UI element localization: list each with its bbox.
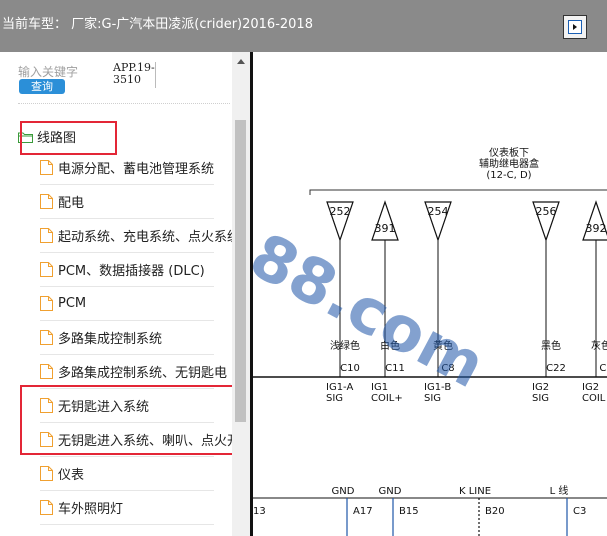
current-vehicle-label: 当前车型： 厂家:G-广汽本田凌派(crider)2016-2018: [2, 17, 313, 32]
tree-separator: [40, 524, 214, 525]
sidebar-scrollbar[interactable]: [232, 52, 250, 536]
wire-color-label: 灰色: [591, 339, 607, 352]
signal-label: IG2: [582, 382, 599, 393]
tree-item-label: 起动系统、充电系统、点火系统: [58, 229, 232, 245]
signal-label: COIL: [582, 393, 606, 404]
tree-item-label: PCM: [58, 295, 87, 311]
bottom-pin-label: B20: [485, 506, 505, 517]
tree-item-exterior-lights[interactable]: 车外照明灯: [40, 490, 232, 524]
relay-box-title-line3: (12-C, D): [486, 170, 531, 181]
document-icon: [40, 295, 53, 311]
bottom-signal-label: GND: [332, 486, 355, 497]
relay-box-bracket: [309, 189, 607, 195]
signal-label: IG1: [371, 382, 388, 393]
bottom-signal-label: L 线: [550, 484, 569, 497]
document-icon: [40, 227, 53, 243]
panel-toggle-button[interactable]: [563, 15, 587, 39]
query-button[interactable]: 查询: [19, 79, 65, 94]
bottom-pin-label: 13: [253, 506, 266, 517]
terminal-number: 252: [330, 205, 351, 218]
scroll-thumb[interactable]: [235, 120, 246, 422]
tree-item-label: 多路集成控制系统: [58, 331, 163, 347]
wire-color-label: 黑色: [541, 339, 561, 352]
bottom-pin-label: C3: [573, 506, 586, 517]
signal-label: COIL+: [371, 393, 403, 404]
terminal-number: 254: [428, 205, 449, 218]
tree-item-label: 配电: [58, 195, 85, 211]
highlight-box-root: [20, 121, 117, 155]
tree-item-label: 电源分配、蓄电池管理系统: [58, 161, 215, 177]
tree-item-power-distribution-battery[interactable]: 电源分配、蓄电池管理系统: [40, 150, 232, 184]
search-divider: [18, 103, 230, 104]
scroll-up-arrow-icon[interactable]: [232, 54, 250, 68]
document-icon: [40, 363, 53, 379]
tree-item-label: PCM、数据插接器 (DLC): [58, 263, 205, 279]
document-icon: [40, 329, 53, 345]
signal-label: IG1-A: [326, 382, 353, 393]
document-icon: [40, 159, 53, 175]
app-code-divider: [155, 62, 156, 88]
terminal-number: 391: [375, 222, 396, 235]
tree-item-pcm-dlc[interactable]: PCM、数据插接器 (DLC): [40, 252, 232, 286]
terminal-number: 392: [586, 222, 607, 235]
tree-item-label: 多路集成控制系统、无钥匙电: [58, 365, 228, 381]
tree-item-pcm[interactable]: PCM: [40, 286, 232, 320]
tree-item-gauges[interactable]: 仪表: [40, 456, 232, 490]
tree-item-label: 车外照明灯: [58, 501, 124, 517]
bottom-pin-label: A17: [353, 506, 373, 517]
document-icon: [40, 193, 53, 209]
document-icon: [40, 499, 53, 515]
app-code-line2: 3510: [113, 73, 141, 86]
bottom-signal-label: GND: [379, 486, 402, 497]
signal-label: SIG: [532, 393, 549, 404]
connector-label: C10: [340, 363, 360, 374]
tree-item-label: 仪表: [58, 467, 85, 483]
relay-box-title-line1: 仪表板下: [489, 146, 529, 159]
document-icon: [40, 465, 53, 481]
app-code: APP.19- 3510: [113, 62, 157, 86]
signal-label: SIG: [424, 393, 441, 404]
tree-item-starting-charging-ignition[interactable]: 起动系统、充电系统、点火系统: [40, 218, 232, 252]
tree-item-power-distribution[interactable]: 配电: [40, 184, 232, 218]
watermark-text: 88.com: [253, 219, 497, 403]
tree-item-multiplex-control[interactable]: 多路集成控制系统: [40, 320, 232, 354]
bottom-pin-label: B15: [399, 506, 419, 517]
bottom-signal-label: K LINE: [459, 486, 491, 497]
tree-item-multiplex-keyless[interactable]: 多路集成控制系统、无钥匙电: [40, 354, 232, 388]
signal-label: IG2: [532, 382, 549, 393]
connector-label: C22: [546, 363, 566, 374]
relay-box-title-line2: 辅助继电器盒: [479, 157, 539, 170]
highlight-box-keyless: [20, 385, 243, 455]
bottom-group: GND GND K LINE L 线 13 A17 B15 B20 C3: [253, 484, 586, 536]
search-area: 查询 APP.19- 3510: [0, 52, 232, 104]
top-header-bar: 当前车型： 厂家:G-广汽本田凌派(crider)2016-2018: [0, 0, 607, 52]
document-icon: [40, 261, 53, 277]
terminal-number: 256: [536, 205, 557, 218]
signal-label: SIG: [326, 393, 343, 404]
panel-toggle-icon: [568, 20, 582, 34]
wiring-diagram-svg: 仪表板下 辅助继电器盒 (12-C, D) 252浅绿色C10IG1-ASIG3…: [253, 146, 607, 536]
connector-label: C2: [599, 363, 607, 374]
wiring-diagram-view: 仪表板下 辅助继电器盒 (12-C, D) 252 浅绿色 C10 IG1-A SIG 3…: [253, 52, 607, 536]
sidebar: 查询 APP.19- 3510 线路图 电源分配、蓄电池管理系统 配电: [0, 52, 252, 536]
